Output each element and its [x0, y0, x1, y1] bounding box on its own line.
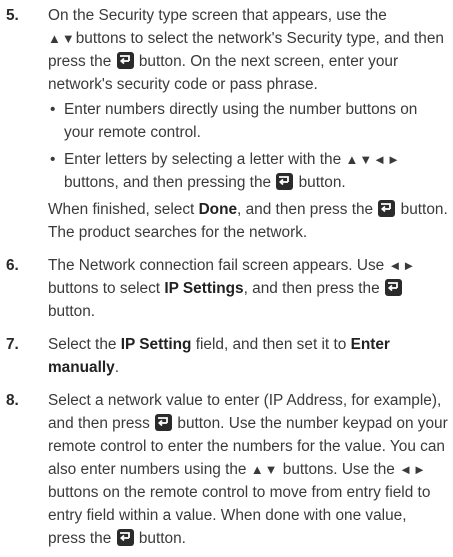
- step-text-part: field, and then set it to: [191, 336, 351, 353]
- step-8: 8. Select a network value to enter (IP A…: [0, 389, 453, 550]
- four-way-arrows-icon: ▲▼◄►: [345, 152, 401, 167]
- bullet-text: button.: [294, 174, 346, 191]
- enter-button-icon: [378, 200, 396, 217]
- bullet-item: Enter letters by selecting a letter with…: [48, 148, 448, 194]
- step-text-part: Select the: [48, 336, 121, 353]
- step-text-part: buttons on the remote control to move fr…: [48, 484, 431, 547]
- step-5: 5. On the Security type screen that appe…: [0, 4, 453, 244]
- step-text-part: , and then press the: [243, 280, 384, 297]
- step-followup: When finished, select Done, and then pre…: [48, 198, 448, 244]
- enter-button-icon: [155, 414, 173, 431]
- step-text-part: .: [114, 359, 119, 376]
- bullet-text: buttons, and then pressing the: [64, 174, 276, 191]
- enter-button-icon: [276, 173, 294, 190]
- up-down-arrows-icon: ▲▼: [48, 31, 76, 46]
- enter-button-icon: [116, 52, 134, 69]
- step-6: 6. The Network connection fail screen ap…: [0, 254, 453, 323]
- left-right-arrows-icon: ◄►: [399, 462, 427, 477]
- step-text: The Network connection fail screen appea…: [48, 254, 448, 323]
- step-text-part: buttons. Use the: [278, 461, 400, 478]
- step-text-part: button.: [134, 530, 186, 547]
- bullet-text: Enter letters by selecting a letter with…: [64, 151, 346, 168]
- step-text: Select a network value to enter (IP Addr…: [48, 389, 448, 550]
- step-number: 5.: [6, 7, 19, 24]
- step-text-part: , and then press the: [237, 201, 378, 218]
- bullet-list: Enter numbers directly using the number …: [48, 98, 448, 194]
- bullet-item: Enter numbers directly using the number …: [48, 98, 448, 144]
- bullet-text: Enter numbers directly using the number …: [64, 101, 418, 141]
- up-down-arrows-icon: ▲▼: [250, 462, 279, 477]
- left-right-arrows-icon: ◄►: [388, 258, 417, 273]
- step-number: 7.: [6, 336, 19, 353]
- enter-button-icon: [384, 279, 402, 296]
- ip-setting-label: IP Setting: [120, 336, 192, 353]
- instruction-page: 5. On the Security type screen that appe…: [0, 0, 453, 547]
- step-text: On the Security type screen that appears…: [48, 4, 448, 244]
- step-text: Select the IP Setting field, and then se…: [48, 333, 448, 379]
- ip-settings-label: IP Settings: [164, 280, 244, 297]
- step-number: 8.: [6, 392, 19, 409]
- step-text-part: When finished, select: [48, 201, 199, 218]
- step-number: 6.: [6, 257, 19, 274]
- step-text-part: buttons to select: [48, 280, 165, 297]
- step-7: 7. Select the IP Setting field, and then…: [0, 333, 453, 379]
- step-text-part: button.: [48, 303, 96, 320]
- done-label: Done: [198, 201, 238, 218]
- enter-button-icon: [116, 529, 134, 546]
- step-text-part: The Network connection fail screen appea…: [48, 257, 389, 274]
- step-text-part: On the Security type screen that appears…: [48, 7, 387, 24]
